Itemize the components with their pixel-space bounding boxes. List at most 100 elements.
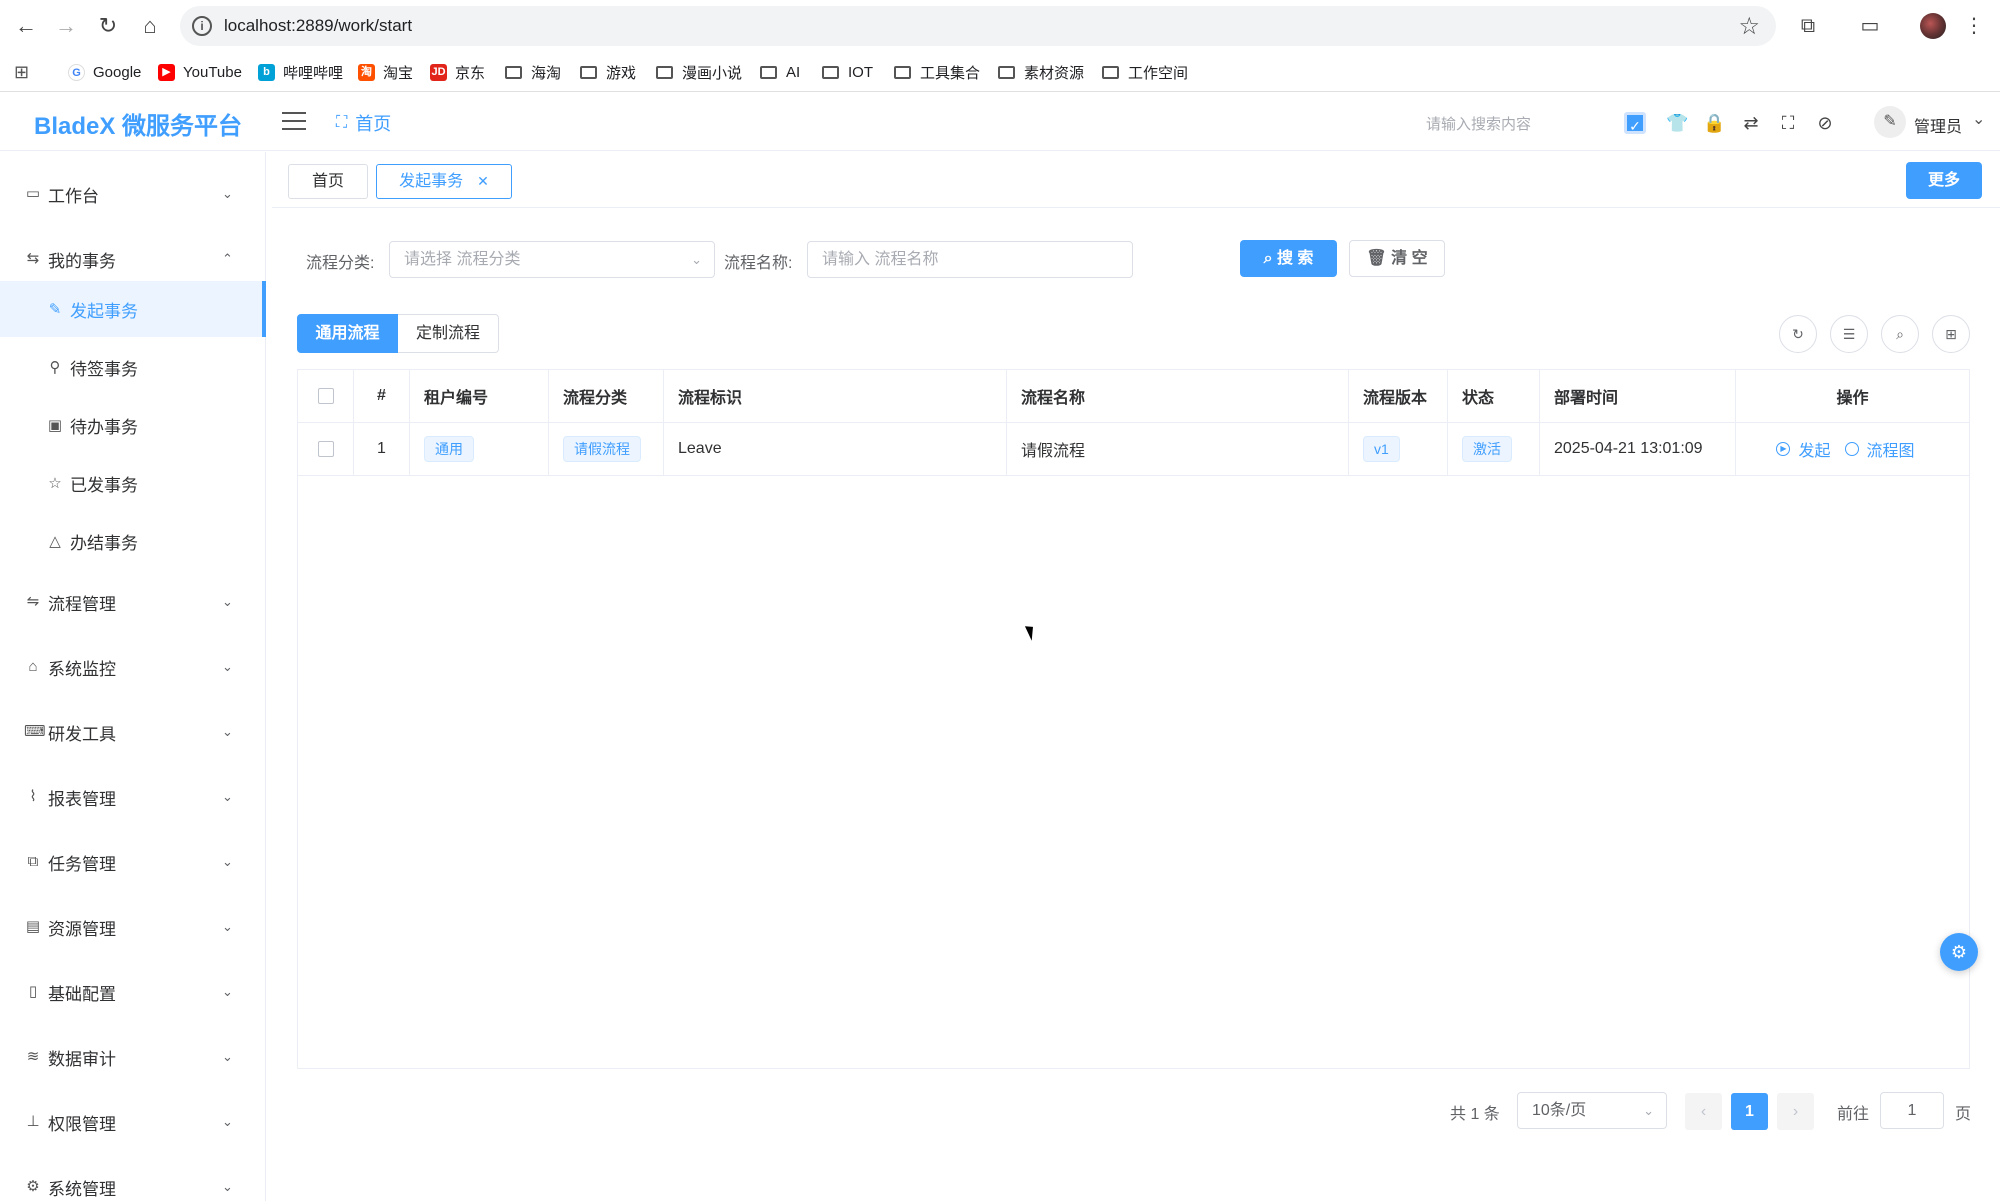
name-input[interactable]: 请输入 流程名称 [807, 241, 1133, 278]
tab-general-process[interactable]: 通用流程 [297, 314, 398, 353]
sidebar-item-dev-tools[interactable]: ⌨ 研发工具 ⌄ [0, 704, 266, 760]
close-icon[interactable]: ✕ [477, 173, 489, 189]
header-category: 流程分类 [549, 370, 664, 423]
url-text[interactable]: localhost:2889/work/start [224, 16, 412, 36]
breadcrumb-home[interactable]: ⛶ 首页 [336, 110, 391, 136]
sidebar-item-workbench[interactable]: ▭ 工作台 ⌄ [0, 166, 266, 222]
sidebar-item-my-tasks[interactable]: ⇆ 我的事务 ⌃ [0, 231, 266, 287]
bookmark-folder-ai[interactable]: AI [760, 58, 800, 86]
sidebar-item-permissions[interactable]: ⊥ 权限管理 ⌄ [0, 1094, 266, 1150]
header-deploy-time: 部署时间 [1540, 370, 1736, 423]
chart-icon: ⌇ [29, 788, 37, 805]
bookmark-folder-haitao[interactable]: 海淘 [505, 58, 561, 86]
refresh-icon[interactable]: ↻ [1779, 315, 1817, 353]
bookmark-youtube[interactable]: ▶ YouTube [158, 58, 242, 86]
category-select[interactable]: 请选择 流程分类 ⌄ [389, 241, 715, 278]
version-tag: v1 [1363, 436, 1400, 462]
sidebar-item-process-mgmt[interactable]: ⇋ 流程管理 ⌄ [0, 574, 266, 630]
sidebar-subitem-to-sign[interactable]: ⚲ 待签事务 [0, 339, 266, 395]
goto-page-input[interactable]: 1 [1880, 1092, 1944, 1129]
row-deploy-time: 2025-04-21 13:01:09 [1540, 423, 1736, 476]
chevron-down-icon: ⌄ [222, 1114, 233, 1129]
lock-icon[interactable]: 🔒 [1703, 112, 1725, 134]
star-icon: ☆ [48, 475, 62, 492]
back-icon[interactable]: ← [13, 13, 39, 39]
app-header: BladeX 微服务平台 ⛶ 首页 请输入搜索内容 ✓ 👕 🔒 ⇄ ⛶ ⊘ ✎ 管… [0, 93, 2000, 151]
trash-icon: 🗑 [1366, 250, 1387, 267]
bookmark-bilibili[interactable]: b 哔哩哔哩 [258, 58, 343, 86]
bookmark-google[interactable]: G Google [68, 58, 141, 86]
youtube-icon: ▶ [158, 63, 175, 81]
chevron-down-icon: ⌄ [222, 659, 233, 674]
sidebar-subitem-start[interactable]: ✎ 发起事务 [0, 281, 266, 337]
hamburger-menu-icon[interactable] [282, 112, 306, 132]
bookmark-jd[interactable]: JD 京东 [430, 58, 485, 86]
sidebar-item-data-audit[interactable]: ≋ 数据审计 ⌄ [0, 1029, 266, 1085]
bookmark-star-icon[interactable]: ☆ [1738, 12, 1760, 41]
bookmark-folder-assets[interactable]: 素材资源 [998, 58, 1084, 86]
search-icon[interactable]: ⌕ [1881, 315, 1919, 353]
chevron-down-icon[interactable]: ⌄ [1972, 109, 1985, 129]
page-size-select[interactable]: 10条/页 ⌄ [1517, 1092, 1667, 1129]
header-select-all[interactable] [298, 370, 354, 423]
tasks-icon: ⇆ [26, 250, 40, 267]
apps-grid-icon[interactable]: ⊞ [14, 58, 29, 86]
settings-gear-icon[interactable]: ⚙ [1940, 933, 1978, 971]
row-category: 请假流程 [549, 423, 664, 476]
checkbox[interactable] [317, 388, 334, 404]
sidebar-item-task-mgmt[interactable]: ⧉ 任务管理 ⌄ [0, 834, 266, 890]
site-info-icon[interactable]: i [192, 16, 212, 36]
bookmark-taobao[interactable]: 淘淘宝 [358, 58, 413, 86]
sidebar-item-system-mgmt[interactable]: ⚙ 系统管理 ⌄ [0, 1159, 266, 1201]
folder-icon [505, 65, 522, 79]
shirt-icon[interactable]: 👕 [1666, 112, 1688, 134]
sidebar-subitem-done[interactable]: △ 办结事务 [0, 513, 266, 569]
sidebar-subitem-sent[interactable]: ☆ 已发事务 [0, 455, 266, 511]
search-button[interactable]: ⌕ 搜 索 [1240, 240, 1337, 277]
translate-icon[interactable]: ⇄ [1740, 112, 1762, 134]
clear-button[interactable]: 🗑 清 空 [1349, 240, 1445, 277]
bookmark-folder-iot[interactable]: IOT [822, 58, 873, 86]
sidebar-item-basic-config[interactable]: ▯ 基础配置 ⌄ [0, 964, 266, 1020]
menu-kebab-icon[interactable]: ⋮ [1960, 12, 1988, 40]
chevron-down-icon: ⌄ [222, 1179, 233, 1194]
screenshot-icon[interactable]: ⊘ [1814, 112, 1836, 134]
filter-icon[interactable]: ☰ [1830, 315, 1868, 353]
theme-checkbox-icon[interactable]: ✓ [1624, 112, 1646, 134]
reload-icon[interactable]: ↻ [95, 13, 121, 39]
bookmark-folder-games[interactable]: 游戏 [580, 58, 636, 86]
row-select[interactable] [298, 423, 354, 476]
media-icon[interactable]: ▭ [1856, 12, 1884, 40]
prev-page-button[interactable]: ‹ [1685, 1093, 1722, 1130]
bookmark-folder-tools[interactable]: 工具集合 [894, 58, 980, 86]
home-icon[interactable]: ⌂ [137, 13, 163, 39]
user-name[interactable]: 管理员 [1914, 113, 1962, 137]
sidebar-item-resource-mgmt[interactable]: ▤ 资源管理 ⌄ [0, 899, 266, 955]
more-button[interactable]: 更多 [1906, 162, 1982, 199]
layers-icon: ≋ [26, 1048, 40, 1065]
edit-icon: ✎ [48, 301, 62, 318]
forward-icon[interactable]: → [53, 13, 79, 39]
sidebar-item-reports[interactable]: ⌇ 报表管理 ⌄ [0, 769, 266, 825]
tab-custom-process[interactable]: 定制流程 [398, 314, 499, 353]
next-page-button[interactable]: › [1777, 1093, 1814, 1130]
profile-avatar[interactable] [1920, 13, 1946, 39]
sidebar-item-monitoring[interactable]: ⌂ 系统监控 ⌄ [0, 639, 266, 695]
start-process-link[interactable]: ▶ 发起 [1776, 437, 1831, 461]
tag-start-task[interactable]: 发起事务 ✕ [376, 164, 512, 199]
columns-icon[interactable]: ⊞ [1932, 315, 1970, 353]
monitor-icon: ▭ [25, 185, 41, 202]
sidebar-subitem-todo[interactable]: ▣ 待办事务 [0, 397, 266, 453]
bookmark-folder-workspace[interactable]: 工作空间 [1102, 58, 1188, 86]
header-search-input[interactable]: 请输入搜索内容 [1426, 113, 1531, 134]
extensions-icon[interactable]: ⧉ [1794, 12, 1822, 40]
tag-home[interactable]: 首页 [288, 164, 368, 199]
process-diagram-link[interactable]: 流程图 [1844, 437, 1915, 461]
page-number-current[interactable]: 1 [1731, 1093, 1768, 1130]
bookmark-folder-comics[interactable]: 漫画小说 [656, 58, 742, 86]
book-icon: ▯ [28, 983, 38, 1000]
address-bar[interactable]: i localhost:2889/work/start ☆ [180, 6, 1776, 46]
checkbox[interactable] [317, 441, 334, 457]
fullscreen-icon[interactable]: ⛶ [1777, 112, 1799, 134]
user-avatar[interactable]: ✎ [1874, 106, 1906, 138]
